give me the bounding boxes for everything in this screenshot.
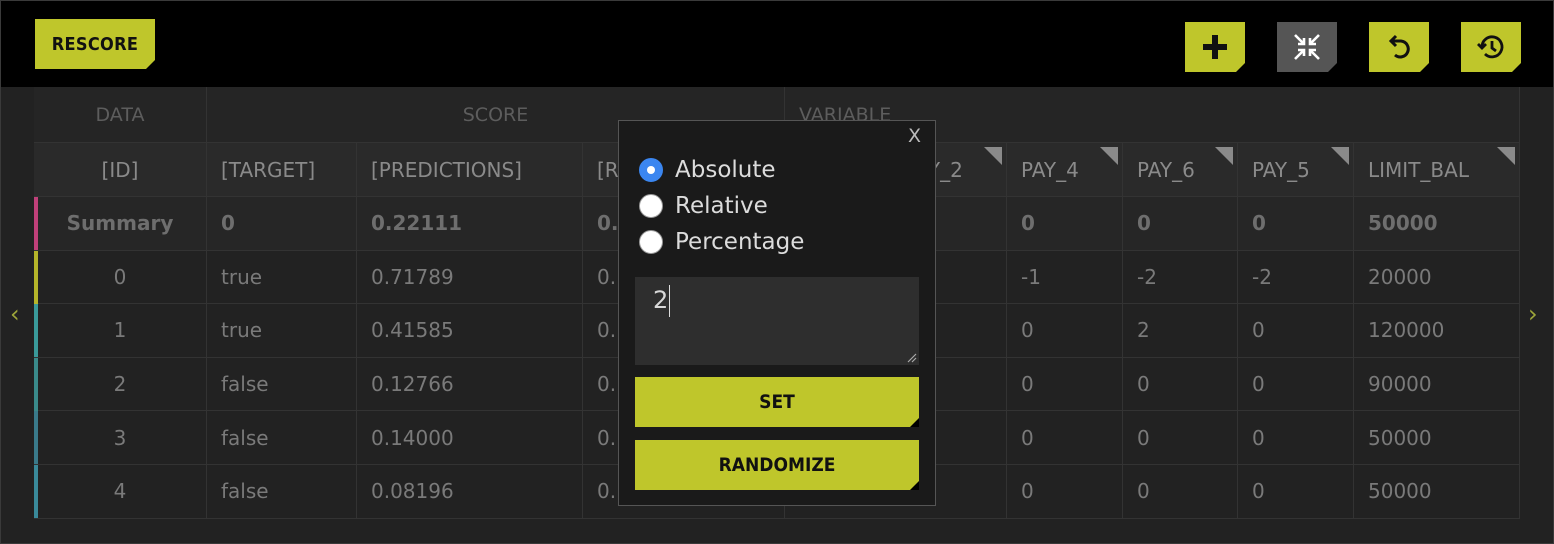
- table-cell: 0: [1123, 197, 1238, 251]
- radio-button[interactable]: [639, 158, 663, 182]
- table-cell: 20000: [1354, 250, 1520, 305]
- table-cell: false: [207, 411, 357, 465]
- table-cell: 0: [1238, 304, 1354, 358]
- table-cell: -1: [1007, 250, 1123, 305]
- table-cell: 0: [1007, 411, 1123, 465]
- table-cell: 4: [34, 465, 207, 519]
- column-header[interactable]: [PREDICTIONS]: [357, 143, 583, 197]
- set-button[interactable]: SET: [635, 377, 919, 427]
- column-header[interactable]: PAY_5: [1238, 143, 1354, 197]
- table-cell: 0: [1238, 197, 1354, 251]
- close-button[interactable]: X: [908, 125, 921, 147]
- table-cell: 0: [1123, 357, 1238, 412]
- table-cell: 0: [1007, 465, 1123, 519]
- column-header[interactable]: LIMIT_BAL: [1354, 143, 1520, 197]
- radio-label: Relative: [675, 193, 768, 219]
- collapse-button[interactable]: [1277, 22, 1337, 72]
- history-button[interactable]: [1461, 22, 1521, 72]
- table-cell: true: [207, 304, 357, 358]
- table-cell: 0.14000: [357, 411, 583, 465]
- table-cell: false: [207, 465, 357, 519]
- table-cell: 0: [1123, 465, 1238, 519]
- radio-label: Percentage: [675, 229, 805, 255]
- table-cell: -2: [1123, 250, 1238, 305]
- group-header-data: DATA: [34, 87, 207, 143]
- history-icon: [1477, 35, 1504, 59]
- radio-button[interactable]: [639, 194, 663, 218]
- table-cell: 0: [1007, 197, 1123, 251]
- table-cell: 0: [1238, 411, 1354, 465]
- row-color-bar: [34, 250, 38, 304]
- table-cell: 120000: [1354, 304, 1520, 358]
- scroll-right-arrow[interactable]: ›: [1528, 300, 1538, 328]
- row-color-bar: [34, 304, 38, 358]
- add-button[interactable]: [1185, 22, 1245, 72]
- row-color-bar: [34, 357, 38, 411]
- table-cell: 0.71789: [357, 250, 583, 305]
- randomize-button[interactable]: RANDOMIZE: [635, 440, 919, 490]
- table-cell: 3: [34, 411, 207, 465]
- table-cell: 50000: [1354, 411, 1520, 465]
- table-cell: 0: [1007, 304, 1123, 358]
- top-toolbar: RESCORE: [1, 1, 1553, 87]
- plus-icon: [1203, 35, 1227, 59]
- table-cell: 0: [1123, 411, 1238, 465]
- row-color-bar: [34, 465, 38, 518]
- value-textarea[interactable]: 2: [635, 277, 919, 365]
- table-cell: -2: [1238, 250, 1354, 305]
- undo-icon: [1388, 34, 1410, 59]
- table-cell: 1: [34, 304, 207, 358]
- table-cell: 0: [207, 197, 357, 251]
- value-text: 2: [653, 286, 669, 314]
- table-cell: 50000: [1354, 465, 1520, 519]
- collapse-icon: [1294, 34, 1320, 60]
- set-value-dialog: X Absolute Relative Percentage 2 SET RAN…: [618, 120, 936, 506]
- table-cell: 0.41585: [357, 304, 583, 358]
- table-cell: Summary: [34, 197, 207, 251]
- table-cell: 0: [1238, 357, 1354, 412]
- column-header[interactable]: [TARGET]: [207, 143, 357, 197]
- column-header[interactable]: [ID]: [34, 143, 207, 197]
- table-cell: 0: [1238, 465, 1354, 519]
- undo-button[interactable]: [1369, 22, 1429, 72]
- table-cell: 0: [34, 250, 207, 305]
- table-cell: 90000: [1354, 357, 1520, 412]
- resize-handle-icon[interactable]: [905, 351, 917, 363]
- scroll-left-arrow[interactable]: ‹: [10, 300, 20, 328]
- radio-label: Absolute: [675, 157, 776, 183]
- row-color-bar: [34, 197, 38, 250]
- radio-button[interactable]: [639, 230, 663, 254]
- text-caret: [669, 285, 671, 317]
- row-color-bar: [34, 411, 38, 465]
- column-header[interactable]: PAY_4: [1007, 143, 1123, 197]
- column-header[interactable]: PAY_6: [1123, 143, 1238, 197]
- table-cell: 0.08196: [357, 465, 583, 519]
- rescore-button[interactable]: RESCORE: [35, 19, 155, 69]
- table-cell: true: [207, 250, 357, 305]
- radio-option-relative[interactable]: Relative: [639, 193, 768, 219]
- radio-option-percentage[interactable]: Percentage: [639, 229, 804, 255]
- table-cell: 0: [1007, 357, 1123, 412]
- table-cell: 2: [34, 357, 207, 412]
- table-cell: 2: [1123, 304, 1238, 358]
- table-cell: 0.22111: [357, 197, 583, 251]
- table-cell: false: [207, 357, 357, 412]
- table-cell: 0.12766: [357, 357, 583, 412]
- table-cell: 50000: [1354, 197, 1520, 251]
- radio-option-absolute[interactable]: Absolute: [639, 157, 776, 183]
